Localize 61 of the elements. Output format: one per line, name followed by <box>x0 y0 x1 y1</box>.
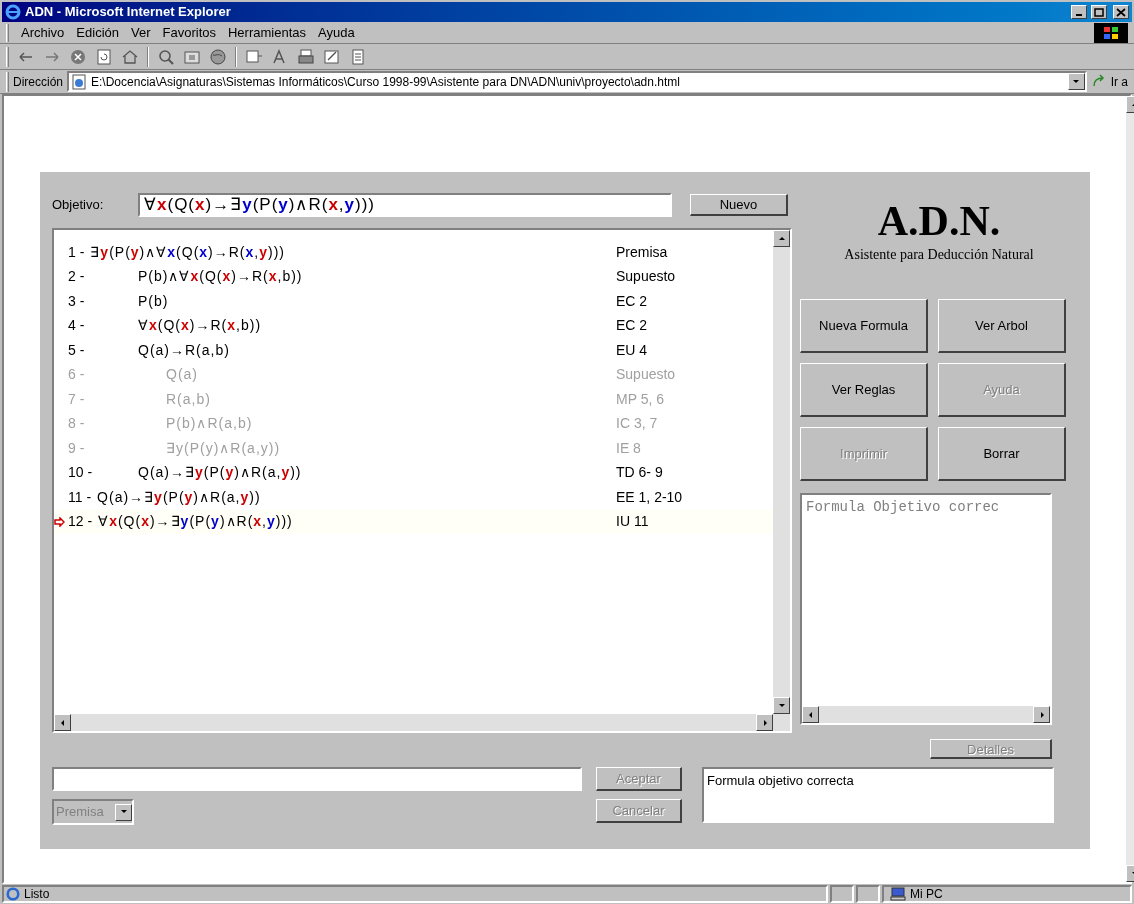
log-area: Formula Objetivo correc <box>800 493 1052 725</box>
rule-label: EC 2 <box>616 291 648 311</box>
line-number: 3 - <box>68 291 86 311</box>
status-text: Listo <box>24 886 50 903</box>
rule-label: Supuesto <box>616 365 676 385</box>
action-button[interactable]: Ver Arbol <box>938 299 1066 353</box>
formula: ∃y(P(y)∧R(a,y)) <box>166 439 281 456</box>
menu-item[interactable]: Archivo <box>15 22 71 43</box>
zone-text: Mi PC <box>910 886 943 903</box>
line-number: 4 - <box>68 316 86 336</box>
line-number: 2 - <box>68 267 86 287</box>
action-button[interactable]: Ver Reglas <box>800 363 928 417</box>
rule-label: TD 6- 9 <box>616 463 663 483</box>
rule-label: IU 11 <box>616 512 649 532</box>
rule-label: Supuesto <box>616 267 676 287</box>
line-number: 1 - <box>68 242 85 262</box>
formula: ∃y(P(y)∧∀x(Q(x)→R(x,y))) <box>90 243 285 260</box>
formula: ∀x(Q(x)→∃y(P(y)∧R(x,y))) <box>144 194 376 217</box>
formula: Q(a) <box>166 366 198 383</box>
line-number: 11 - <box>68 487 92 507</box>
line-number: 7 - <box>68 389 86 409</box>
rule-label: EE 1, 2-10 <box>616 487 683 507</box>
rule-label: Premisa <box>616 242 668 262</box>
app-subtitle: Asistente para Deducción Natural <box>844 246 1034 264</box>
action-button[interactable]: Borrar <box>938 427 1066 481</box>
menu-item[interactable]: Ver <box>125 22 157 43</box>
line-number: 5 - <box>68 340 86 360</box>
line-number: 6 - <box>68 365 86 385</box>
message-box: Formula objetivo correcta <box>702 767 1054 823</box>
menu-item[interactable]: Herramientas <box>222 22 312 43</box>
formula: P(b)∧∀x(Q(x)→R(x,b)) <box>138 268 303 285</box>
formula: Q(a)→∃y(P(y)∧R(a,y)) <box>138 464 302 481</box>
proof-row[interactable]: 12 - ∀x(Q(x)→∃y(P(y)∧R(x,y))) IU 11 <box>54 509 773 534</box>
line-number: 9 - <box>68 438 86 458</box>
rule-label: EU 4 <box>616 340 648 360</box>
goal-label: Objetivo: <box>52 196 105 215</box>
address-field[interactable]: E:\Docencia\Asignaturas\Sistemas Informáticos\Curso 1998-99\Asistente para DN\ADN\univ\proyecto\adn.html <box>67 71 1087 92</box>
rule-label: EC 2 <box>616 316 648 336</box>
formula: Q(a)→R(a,b) <box>138 341 230 358</box>
line-number: 12 - <box>68 512 93 532</box>
formula: Q(a)→∃y(P(y)∧R(a,y)) <box>97 488 261 505</box>
menu-item[interactable]: Ayuda <box>312 22 361 43</box>
window-title: ADN - Microsoft Internet Explorer <box>25 3 232 22</box>
formula: P(b) <box>138 292 169 309</box>
line-number: 8 - <box>68 414 86 434</box>
rule-label: IE 8 <box>616 438 641 458</box>
formula: ∀x(Q(x)→R(x,b)) <box>138 317 262 334</box>
go-button[interactable]: Ir a <box>1110 72 1128 91</box>
app-title: A.D.N. <box>877 198 1001 244</box>
address-label: Dirección <box>13 73 63 91</box>
rule-label: MP 5, 6 <box>616 389 664 409</box>
menu-item[interactable]: Edición <box>70 22 125 43</box>
new-button[interactable]: Nuevo <box>690 194 788 216</box>
line-number: 10 - <box>68 463 94 483</box>
menu-item[interactable]: Favoritos <box>156 22 222 43</box>
action-button[interactable]: Nueva Formula <box>800 299 928 353</box>
goal-field[interactable]: ∀x(Q(x)→∃y(P(y)∧R(x,y))) <box>138 193 672 217</box>
formula: P(b)∧R(a,b) <box>166 415 253 432</box>
formula: R(a,b) <box>166 390 211 407</box>
formula: ∀x(Q(x)→∃y(P(y)∧R(x,y))) <box>98 513 293 530</box>
rule-label: IC 3, 7 <box>616 414 658 434</box>
